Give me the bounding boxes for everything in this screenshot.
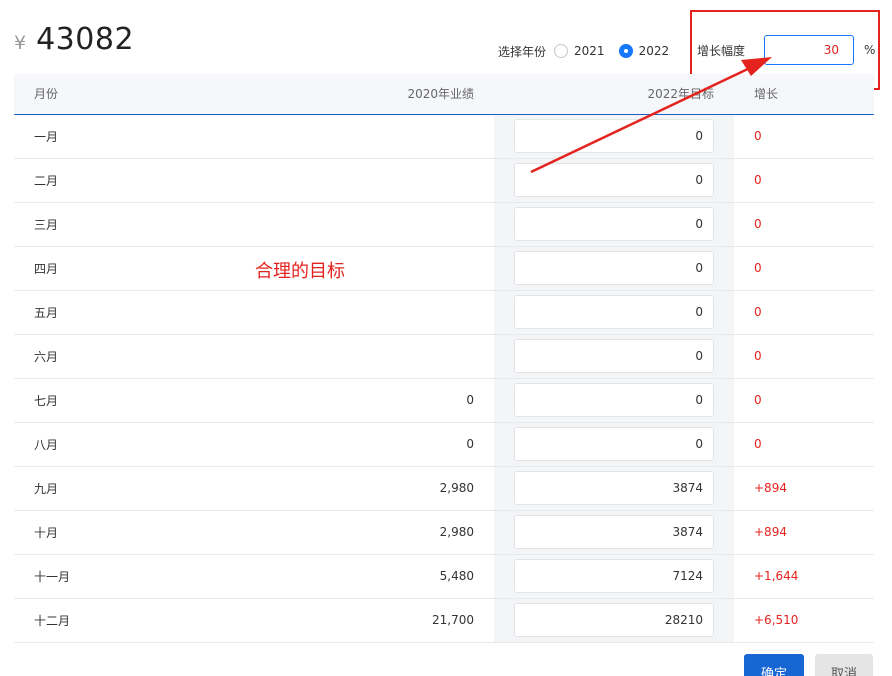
prev-sales-cell: 2,980 [439,481,474,495]
growth-cell: 0 [754,173,762,187]
target-input[interactable] [514,207,714,241]
target-table: 月份 2020年业绩 2022年目标 增长 一月 0 二月 0 三月 0 四月 0 五月 0 六月 0… [14,74,874,643]
growth-cell: +894 [754,525,787,539]
growth-cell: 0 [754,349,762,363]
table-row: 八月 0 0 [14,422,874,466]
table-row: 一月 0 [14,114,874,158]
table-row: 十一月 5,480 +1,644 [14,554,874,598]
month-cell: 八月 [34,437,59,452]
prev-sales-cell: 0 [466,393,474,407]
growth-cell: 0 [754,437,762,451]
prev-sales-cell [254,158,494,202]
month-cell: 九月 [34,481,59,496]
growth-cell: 0 [754,305,762,319]
prev-sales-cell: 0 [466,437,474,451]
table-row: 五月 0 [14,290,874,334]
target-cell [494,202,734,246]
header-month: 月份 [34,87,59,102]
month-cell: 十二月 [34,613,71,628]
prev-sales-cell [254,334,494,378]
target-cell [494,246,734,290]
target-input[interactable] [514,383,714,417]
radio-year-2021[interactable]: 2021 [554,44,605,58]
radio-year-2021-label: 2021 [574,44,605,58]
month-cell: 三月 [34,217,59,232]
month-cell: 十月 [34,525,59,540]
target-input[interactable] [514,427,714,461]
target-input[interactable] [514,603,714,637]
prev-sales-cell [254,290,494,334]
annotation-text: 合理的目标 [255,261,345,282]
cancel-button[interactable]: 取消 [815,654,873,676]
currency-symbol: ¥ [14,32,27,54]
growth-cell: 0 [754,393,762,407]
target-cell [494,554,734,598]
radio-checked-icon[interactable] [618,44,633,58]
target-cell [494,422,734,466]
month-cell: 五月 [34,305,59,320]
table-row: 三月 0 [14,202,874,246]
growth-cell: 0 [754,217,762,231]
prev-sales-cell [254,202,494,246]
header-growth: 增长 [754,87,779,102]
radio-year-2022-label: 2022 [638,44,670,58]
header-2022-target: 2022年目标 [647,87,714,102]
table-row: 四月 0 [14,246,874,290]
header-2020-sales: 2020年业绩 [407,87,474,102]
radio-year-2022[interactable]: 2022 [618,44,670,58]
total-amount: ¥ 43082 [14,22,134,64]
table-header-row: 月份 2020年业绩 2022年目标 增长 [14,74,874,114]
growth-cell: +894 [754,481,787,495]
growth-rate-label: 增长幅度 [697,44,746,58]
growth-rate-unit: % [864,43,876,57]
target-input[interactable] [514,295,714,329]
prev-sales-cell: 2,980 [439,525,474,539]
target-input[interactable] [514,163,714,197]
confirm-button[interactable]: 确定 [744,654,804,676]
target-input[interactable] [514,559,714,593]
target-input[interactable] [514,471,714,505]
target-cell [494,290,734,334]
table-row: 九月 2,980 +894 [14,466,874,510]
year-selector: 选择年份 2021 2022 [498,40,683,62]
growth-cell: +1,644 [754,569,799,583]
target-cell [494,510,734,554]
growth-cell: 0 [754,129,762,143]
target-cell [494,334,734,378]
target-input[interactable] [514,119,714,153]
growth-cell: +6,510 [754,613,799,627]
growth-cell: 0 [754,261,762,275]
target-cell [494,114,734,158]
month-cell: 四月 [34,261,59,276]
table-row: 六月 0 [14,334,874,378]
target-input[interactable] [514,515,714,549]
prev-sales-cell: 21,700 [432,613,474,627]
total-value: 43082 [36,22,135,57]
prev-sales-cell [254,114,494,158]
target-input[interactable] [514,339,714,373]
target-cell [494,598,734,642]
month-cell: 十一月 [34,569,71,584]
table-row: 二月 0 [14,158,874,202]
target-cell [494,158,734,202]
table-row: 七月 0 0 [14,378,874,422]
month-cell: 二月 [34,173,59,188]
prev-sales-cell: 5,480 [439,569,474,583]
month-cell: 七月 [34,393,59,408]
radio-unchecked-icon[interactable] [554,44,569,58]
month-cell: 一月 [34,129,59,144]
target-input[interactable] [514,251,714,285]
growth-rate-input[interactable] [764,35,854,65]
table-row: 十月 2,980 +894 [14,510,874,554]
year-select-label: 选择年份 [498,44,547,59]
target-cell [494,466,734,510]
table-row: 十二月 21,700 +6,510 [14,598,874,642]
target-cell [494,378,734,422]
month-cell: 六月 [34,349,59,364]
